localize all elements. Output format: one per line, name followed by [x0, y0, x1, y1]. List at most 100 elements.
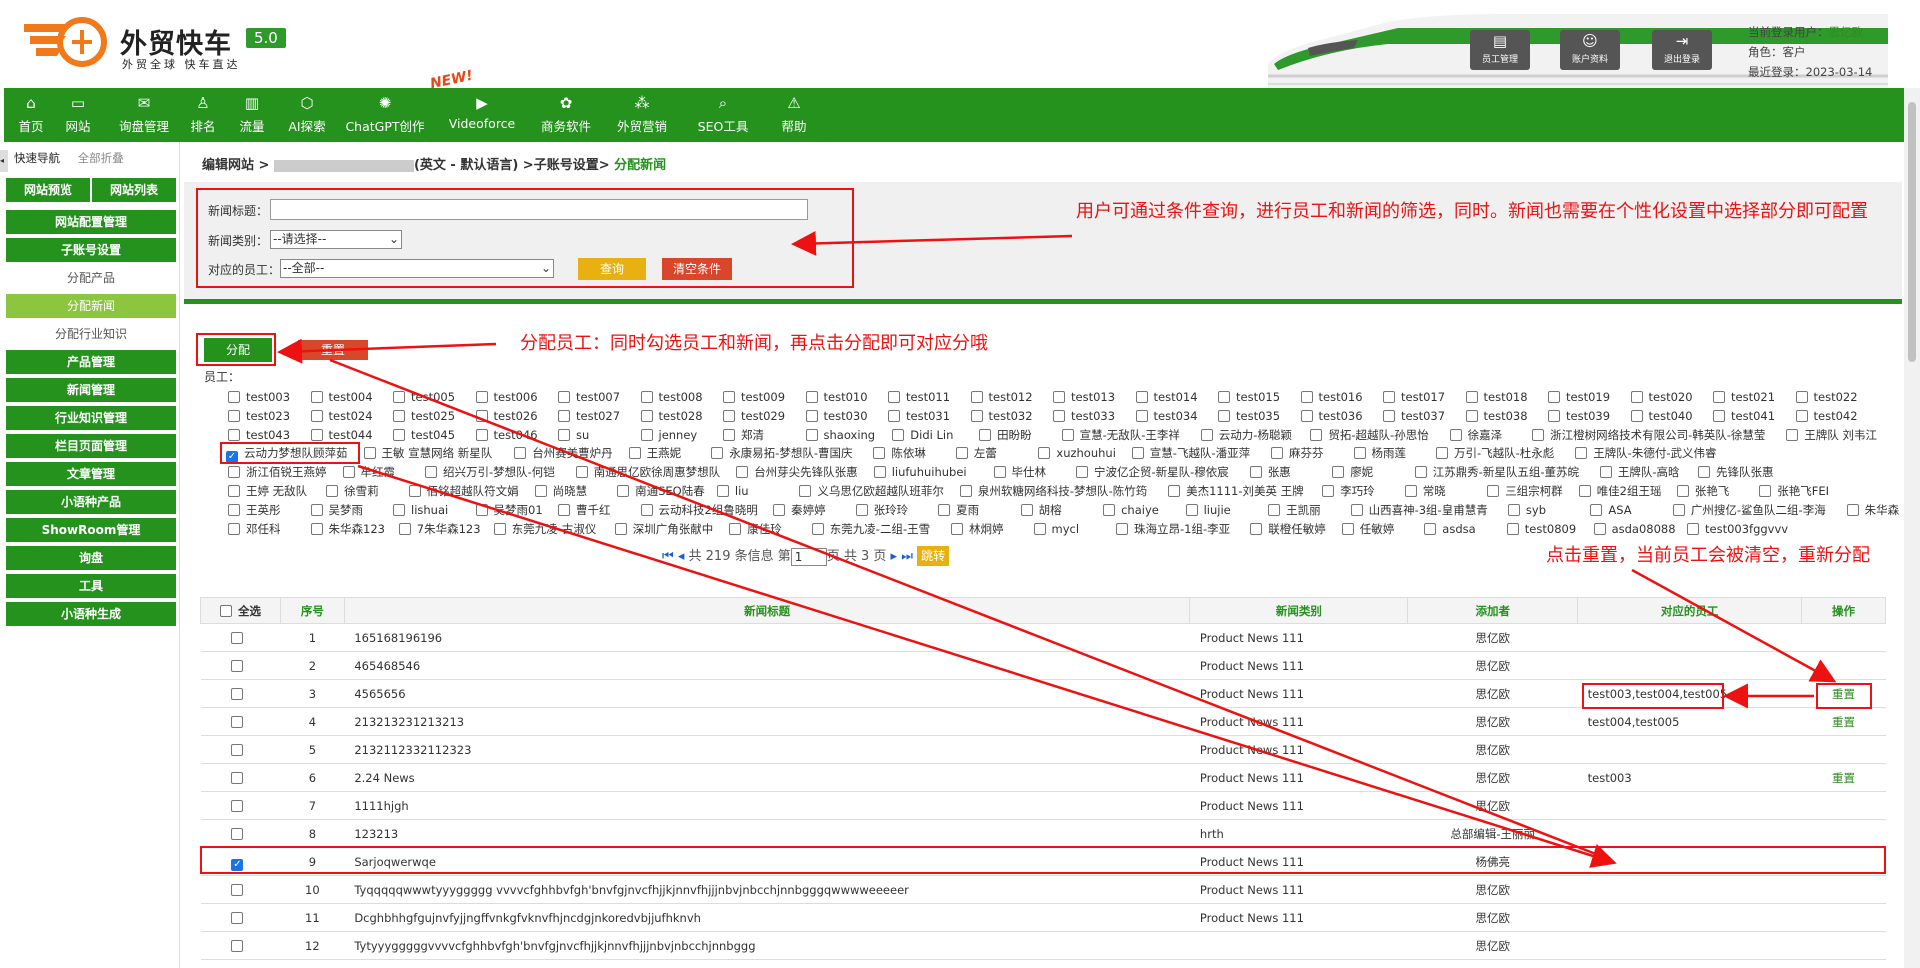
staff-checkbox-item[interactable]: 绍兴万引-梦想队-何铠: [425, 463, 555, 481]
staff-checkbox-item[interactable]: 李巧玲: [1322, 482, 1375, 500]
checkbox[interactable]: [716, 485, 729, 497]
checkbox[interactable]: [575, 466, 588, 478]
staff-checkbox-item[interactable]: test044: [310, 426, 373, 444]
staff-checkbox-item[interactable]: 云动力-杨聪颖: [1200, 426, 1292, 444]
checkbox[interactable]: [475, 429, 488, 441]
checkbox[interactable]: [773, 504, 786, 516]
checkbox[interactable]: [228, 429, 240, 441]
table-row[interactable]: 6 2.24 News Product News 111 思亿欧 test003 重置: [200, 763, 1886, 792]
checkbox[interactable]: [1250, 523, 1263, 535]
sidebar-item-2[interactable]: 分配产品: [6, 266, 176, 290]
cell-select[interactable]: [200, 735, 281, 764]
staff-checkbox-item[interactable]: 江苏鼎秀-新星队五组-董苏皖: [1414, 463, 1579, 481]
staff-checkbox-item[interactable]: syb: [1507, 501, 1546, 519]
checkbox[interactable]: [1506, 523, 1519, 535]
staff-checkbox-item[interactable]: test021: [1713, 388, 1775, 406]
staff-checkbox-item[interactable]: 云动科技2组鲁晓明: [640, 501, 758, 519]
row-checkbox[interactable]: [231, 687, 244, 700]
cell-reset-link[interactable]: [1801, 847, 1886, 876]
checkbox[interactable]: [393, 391, 405, 403]
staff-checkbox-item[interactable]: test009: [723, 388, 785, 406]
checkbox[interactable]: [873, 466, 886, 478]
checkbox[interactable]: [951, 523, 963, 535]
staff-checkbox-item[interactable]: 林炯婷: [951, 520, 1004, 538]
checkbox[interactable]: [805, 391, 818, 403]
staff-checkbox-item[interactable]: shaoxing: [805, 426, 875, 444]
checkbox[interactable]: [1487, 485, 1500, 497]
staff-checkbox-item[interactable]: test027: [558, 407, 620, 425]
checkbox[interactable]: [1578, 485, 1591, 497]
cell-select[interactable]: [200, 651, 281, 680]
assign-button[interactable]: 分配: [204, 338, 272, 362]
checkbox[interactable]: [1061, 429, 1074, 441]
first-page-icon[interactable]: ⏮: [662, 549, 674, 564]
row-checkbox[interactable]: [231, 939, 244, 952]
staff-checkbox-item[interactable]: test033: [1053, 407, 1115, 425]
sidebar-item-5[interactable]: 产品管理: [6, 350, 176, 374]
staff-checkbox-item[interactable]: ✓ 云动力梦想队顾萍茹: [226, 444, 348, 463]
checkbox[interactable]: [558, 391, 570, 403]
staff-checkbox-item[interactable]: 朱华森123: [310, 520, 385, 538]
cell-select[interactable]: [200, 707, 281, 736]
checkbox[interactable]: [228, 504, 240, 516]
checkbox[interactable]: [811, 523, 824, 535]
nav-item-10[interactable]: ⌕ SEO工具: [692, 88, 754, 142]
staff-checkbox-item[interactable]: test045: [393, 426, 455, 444]
staff-checkbox-item[interactable]: test025: [393, 407, 455, 425]
checkbox[interactable]: [363, 447, 376, 459]
staff-checkbox-item[interactable]: test043: [228, 426, 290, 444]
checkbox[interactable]: [1131, 447, 1144, 459]
checkbox[interactable]: [1759, 485, 1772, 497]
page-input[interactable]: 1: [790, 547, 827, 566]
staff-checkbox-item[interactable]: Didi Lin: [892, 426, 953, 444]
nav-item-0[interactable]: ⌂ 首页: [16, 88, 46, 142]
staff-checkbox-item[interactable]: 王英彤: [228, 501, 281, 519]
staff-checkbox-item[interactable]: test007: [558, 388, 620, 406]
checkbox[interactable]: [1465, 391, 1478, 403]
staff-checkbox-item[interactable]: 徐嘉泽: [1449, 426, 1502, 444]
staff-checkbox-item[interactable]: test010: [805, 388, 868, 406]
sidebar-item-10[interactable]: 小语种产品: [6, 490, 176, 514]
checkbox[interactable]: [393, 504, 405, 516]
staff-checkbox-item[interactable]: test032: [970, 407, 1033, 425]
checkbox[interactable]: [1465, 410, 1478, 422]
checkbox[interactable]: [1249, 466, 1262, 478]
checkbox[interactable]: [1383, 391, 1395, 403]
clear-conditions-button[interactable]: 清空条件: [662, 258, 732, 280]
staff-checkbox-item[interactable]: ASA: [1590, 501, 1632, 519]
checkbox[interactable]: [1020, 504, 1033, 516]
checkbox[interactable]: [711, 447, 724, 459]
row-checkbox[interactable]: [231, 631, 244, 644]
checkbox[interactable]: [723, 429, 735, 441]
sidebar-item-14[interactable]: 小语种生成: [6, 602, 176, 626]
table-row[interactable]: 2 465468546 Product News 111 思亿欧: [200, 651, 1886, 680]
staff-checkbox-item[interactable]: 山西喜神-3组-皇甫慧青: [1350, 501, 1488, 519]
checkbox[interactable]: [1116, 523, 1128, 535]
staff-checkbox-item[interactable]: 王燕妮: [628, 444, 681, 462]
row-checkbox[interactable]: [231, 827, 244, 840]
staff-checkbox-item[interactable]: test018: [1465, 388, 1528, 406]
checkbox[interactable]: [640, 391, 653, 403]
staff-checkbox-item[interactable]: 三组宗柯群: [1487, 482, 1563, 500]
staff-checkbox-item[interactable]: 常晓: [1404, 482, 1446, 500]
cell-reset-link[interactable]: 重置: [1801, 707, 1886, 736]
checkbox[interactable]: [955, 447, 968, 459]
row-checkbox[interactable]: [231, 771, 244, 784]
checked-checkbox[interactable]: ✓: [226, 451, 238, 463]
staff-checkbox-item[interactable]: 陈依琳: [873, 444, 926, 462]
staff-checkbox-item[interactable]: 曹千红: [558, 501, 611, 519]
checkbox[interactable]: [1414, 466, 1427, 478]
checkbox[interactable]: [888, 391, 900, 403]
staff-checkbox-item[interactable]: 万引-飞越队-杜永彪: [1436, 444, 1554, 462]
nav-item-5[interactable]: ⬡ AI探索: [284, 88, 330, 142]
checkbox[interactable]: [959, 485, 972, 497]
staff-checkbox-item[interactable]: test023: [228, 407, 290, 425]
sidebar-item-3[interactable]: 分配新闻: [6, 294, 176, 318]
cell-select[interactable]: [200, 679, 281, 708]
staff-checkbox-item[interactable]: test031: [888, 407, 950, 425]
sidebar-item-8[interactable]: 栏目页面管理: [6, 434, 176, 458]
cell-select[interactable]: [200, 875, 281, 904]
staff-checkbox-item[interactable]: 宣慧-飞越队-潘亚萍: [1131, 444, 1250, 462]
checkbox[interactable]: [628, 447, 641, 459]
checkbox[interactable]: [805, 429, 818, 441]
